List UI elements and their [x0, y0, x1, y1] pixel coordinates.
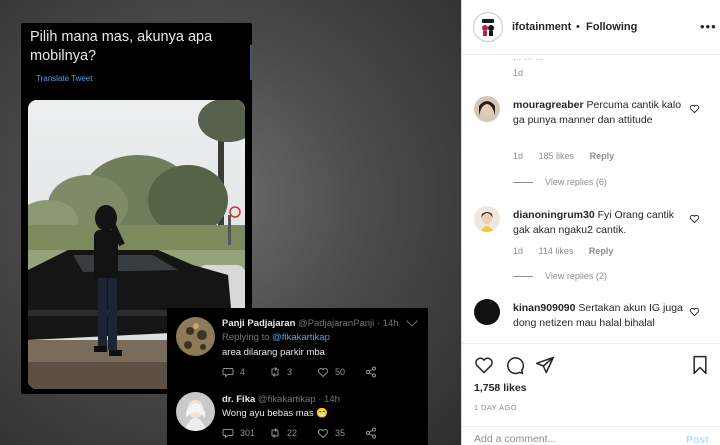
bookmark-icon[interactable]	[690, 355, 710, 375]
reply-author-name: Panji Padjajaran	[222, 318, 296, 329]
retweet-count-value: 22	[287, 428, 298, 438]
add-comment-input[interactable]	[474, 433, 654, 445]
account-avatar[interactable]	[473, 12, 503, 42]
view-replies-label[interactable]: View replies (2)	[545, 271, 607, 281]
like-count-value: 50	[335, 367, 346, 377]
heart-icon	[317, 368, 329, 378]
retweet-count: 22	[269, 427, 297, 439]
avatar	[176, 392, 215, 431]
reply-text: area dilarang parkir mba	[222, 347, 325, 358]
reply-author-handle: @fikakartikap · 14h	[257, 394, 340, 405]
reply-text: Wong ayu bebas mas 😁	[222, 408, 329, 419]
truncated-comment-text: ... ... ...	[513, 56, 544, 63]
retweet-count-value: 3	[287, 367, 293, 377]
retweet-icon	[271, 367, 279, 377]
reply-author-handle: @PadjajaranPanji · 14h	[298, 318, 399, 329]
ifotainment-logo-icon	[482, 19, 494, 36]
retweet-icon	[271, 428, 279, 438]
replying-to-handle: @fikakartikap	[272, 332, 330, 343]
share-icon[interactable]	[535, 355, 555, 375]
comment-age: 1d	[513, 151, 524, 161]
comment-text: mouragreaber Percuma cantik kalo ga puny…	[513, 98, 693, 127]
view-replies-button[interactable]: View replies (2)	[513, 271, 607, 281]
comment-meta: 1d 114 likes Reply	[513, 246, 626, 256]
like-heart-icon[interactable]	[689, 103, 700, 114]
view-replies-line	[513, 275, 533, 277]
comment-username[interactable]: dianoningrum30	[513, 209, 595, 221]
reply-header: dr. Fika @fikakartikap · 14h	[222, 394, 340, 405]
instagram-post-panel: ifotainment • Following ••• ... ... ... …	[461, 0, 720, 445]
reply-actions: 301 22 35	[222, 427, 402, 439]
replying-to-prefix: Replying to	[222, 332, 273, 343]
comment-text: dianoningrum30 Fyi Orang cantik gak akan…	[513, 208, 693, 237]
reply-author-name: dr. Fika	[222, 394, 256, 405]
comment-age: 1d	[513, 246, 524, 256]
reply-actions: 4 3 50	[222, 366, 402, 378]
separator-dot: •	[576, 21, 580, 33]
like-count: 35	[317, 427, 345, 439]
avatar[interactable]	[474, 206, 500, 232]
reply-button[interactable]: Reply	[589, 246, 614, 256]
tweet-replies-screenshot: Panji Padjajaran @PadjajaranPanji · 14h …	[167, 308, 428, 445]
reply-count-value: 301	[240, 428, 256, 438]
avatar[interactable]	[474, 96, 500, 122]
comment-username[interactable]: mouragreaber	[513, 99, 584, 111]
reply-button[interactable]: Reply	[590, 151, 615, 161]
post-header: ifotainment • Following •••	[462, 0, 720, 55]
share-icon	[365, 366, 377, 378]
comments-list[interactable]: ... ... ... 1d mouragreaber Percuma cant…	[462, 56, 720, 343]
retweet-count: 3	[269, 366, 292, 378]
translate-tweet-link: Translate Tweet	[36, 74, 93, 83]
heart-icon	[317, 429, 329, 439]
reply-header: Panji Padjajaran @PadjajaranPanji · 14h	[222, 318, 399, 329]
replying-to: Replying to @fikakartikap	[222, 332, 330, 343]
view-replies-line	[513, 181, 533, 183]
account-username[interactable]: ifotainment	[512, 21, 571, 33]
like-count-value: 35	[335, 428, 346, 438]
add-comment-bar: Post	[462, 426, 720, 445]
comment-icon	[222, 368, 234, 378]
reply-count-value: 4	[240, 367, 246, 377]
comment-meta: 1d 185 likes Reply	[513, 151, 627, 161]
view-replies-label[interactable]: View replies (6)	[545, 177, 607, 187]
comment-username[interactable]: kinan909090	[513, 302, 575, 314]
comment-icon[interactable]	[505, 355, 525, 375]
avatar	[176, 317, 215, 356]
comment-text: kinan909090 Sertakan akun IG juga dong n…	[513, 301, 693, 330]
tweet-text: Pilih mana mas, akunya apa mobilnya?	[30, 29, 213, 64]
like-heart-icon[interactable]	[689, 306, 700, 317]
like-count: 50	[317, 366, 345, 378]
tweet-reply: dr. Fika @fikakartikap · 14h Wong ayu be…	[167, 386, 428, 445]
reply-count: 4	[222, 366, 245, 378]
post-date: 1 DAY AGO	[474, 403, 517, 412]
post-button[interactable]: Post	[686, 434, 709, 445]
tweet-scrollbar	[250, 45, 252, 80]
comment-timestamp: 1d	[513, 68, 524, 78]
comment-like-count[interactable]: 185 likes	[539, 151, 575, 161]
share-icon	[365, 427, 377, 439]
post-likes-count[interactable]: 1,758 likes	[474, 382, 527, 394]
like-heart-icon[interactable]	[689, 213, 700, 224]
tweet-reply: Panji Padjajaran @PadjajaranPanji · 14h …	[167, 308, 428, 382]
view-replies-button[interactable]: View replies (6)	[513, 177, 607, 187]
reply-count: 301	[222, 427, 255, 439]
comment-like-count[interactable]: 114 likes	[539, 246, 574, 256]
more-options-icon[interactable]: •••	[700, 19, 717, 34]
like-heart-icon[interactable]	[474, 355, 494, 375]
post-media: Pilih mana mas, akunya apa mobilnya? Tra…	[0, 0, 461, 445]
comment-icon	[222, 429, 234, 439]
avatar[interactable]	[474, 299, 500, 325]
post-actions-section: 1,758 likes 1 DAY AGO Post	[462, 343, 720, 445]
following-button[interactable]: Following	[586, 21, 637, 33]
chevron-down-icon	[406, 315, 418, 327]
